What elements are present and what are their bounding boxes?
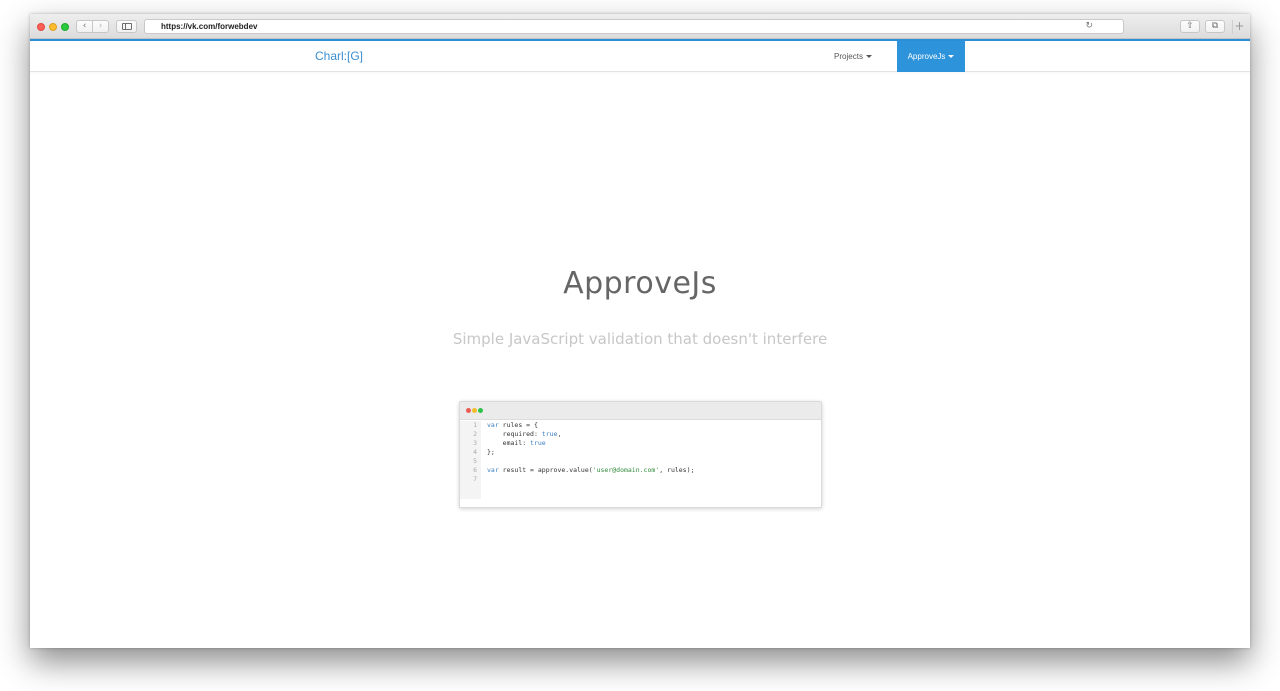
- code-line: 3 email: true: [460, 439, 821, 448]
- show-tabs-button[interactable]: ⧉: [1205, 20, 1225, 33]
- sidebar-icon: [122, 23, 132, 30]
- chevron-left-icon: ‹: [82, 21, 87, 31]
- forward-button[interactable]: ›: [92, 20, 109, 33]
- url-text: https://vk.com/forwebdev: [161, 22, 258, 31]
- share-button[interactable]: ⇧: [1180, 20, 1200, 33]
- code-text: var rules = {: [487, 421, 538, 429]
- code-sample-window: 1 var rules = {2 required: true, 3 email: …: [459, 401, 822, 508]
- code-line: 6 var result = approve.value('user@domain…: [460, 466, 821, 475]
- line-number: 7: [473, 475, 477, 483]
- nav-projects-dropdown[interactable]: Projects: [820, 41, 886, 72]
- minimize-window-button[interactable]: [49, 23, 57, 31]
- code-block: 1 var rules = {2 required: true, 3 email: …: [460, 421, 821, 499]
- nav-approvejs-label: ApproveJs: [907, 52, 946, 61]
- caret-down-icon: [865, 55, 872, 59]
- code-line: 5: [460, 457, 821, 466]
- code-line: 4};: [460, 448, 821, 457]
- line-number: 1: [473, 421, 477, 429]
- site-navbar: Charl:[G] Projects ApproveJs: [30, 41, 1250, 72]
- page-subtitle: Simple JavaScript validation that doesn'…: [452, 330, 828, 348]
- new-tab-button[interactable]: +: [1232, 20, 1246, 34]
- code-text: email: true: [487, 439, 546, 447]
- share-icon: ⇧: [1186, 21, 1194, 31]
- yellow-dot-icon: [472, 408, 477, 413]
- code-text: var result = approve.value('user@domain.…: [487, 466, 695, 474]
- caret-down-icon: [948, 55, 955, 59]
- page-title: ApproveJs: [563, 266, 717, 301]
- code-text: };: [487, 448, 495, 456]
- green-dot-icon: [478, 408, 483, 413]
- address-bar[interactable]: https://vk.com/forwebdev ↻: [144, 19, 1124, 34]
- site-brand-link[interactable]: Charl:[G]: [315, 49, 363, 63]
- code-line: 2 required: true,: [460, 430, 821, 439]
- close-window-button[interactable]: [37, 23, 45, 31]
- line-number: 3: [473, 439, 477, 447]
- code-window-titlebar: [460, 402, 821, 420]
- line-number: 4: [473, 448, 477, 456]
- line-number: 6: [473, 466, 477, 474]
- line-number: 2: [473, 430, 477, 438]
- sidebar-toggle-button[interactable]: [116, 20, 137, 33]
- back-button[interactable]: ‹: [76, 20, 93, 33]
- code-line: 1 var rules = {: [460, 421, 821, 430]
- chevron-right-icon: ›: [98, 21, 103, 31]
- zoom-window-button[interactable]: [61, 23, 69, 31]
- tabs-icon: ⧉: [1211, 21, 1219, 31]
- code-text: required: true,: [487, 430, 562, 438]
- browser-toolbar: ‹ › https://vk.com/forwebdev ↻ ⇧ ⧉ +: [30, 14, 1250, 39]
- nav-approvejs-dropdown[interactable]: ApproveJs: [897, 41, 965, 72]
- line-number: 5: [473, 457, 477, 465]
- code-line: 7: [460, 475, 821, 484]
- browser-window: ‹ › https://vk.com/forwebdev ↻ ⇧ ⧉ + Cha…: [30, 14, 1250, 648]
- nav-projects-label: Projects: [834, 52, 863, 61]
- red-dot-icon: [466, 408, 471, 413]
- reload-icon[interactable]: ↻: [1085, 20, 1093, 33]
